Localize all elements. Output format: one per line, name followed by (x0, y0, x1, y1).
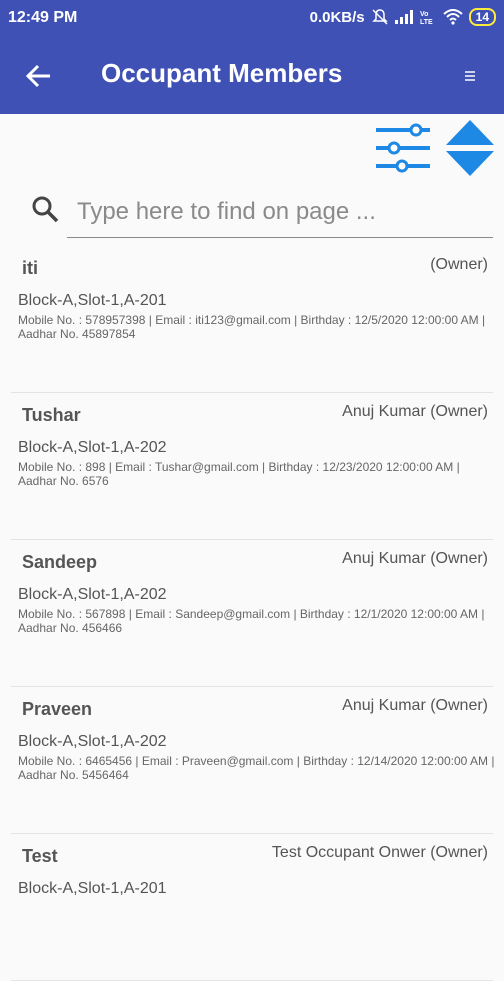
member-name: Test (22, 846, 58, 866)
member-details: Mobile No. : 578957398 | Email : iti123@… (18, 313, 486, 341)
signal-icon (394, 10, 413, 24)
member-owner: Anuj Kumar (Owner) (342, 550, 488, 567)
member-owner: Anuj Kumar (Owner) (342, 403, 488, 420)
wifi-icon (442, 9, 463, 25)
network-speed: 0.0KB/s (309, 8, 365, 26)
sort-button[interactable] (444, 118, 496, 178)
page-title: Occupant Members (101, 58, 343, 88)
member-details: Mobile No. : 898 | Email : Tushar@gmail.… (18, 460, 460, 488)
members-list: iti (Owner) Block-A,Slot-1,A-201 Mobile … (0, 246, 504, 981)
battery-indicator: 14 (468, 8, 496, 26)
member-details: Mobile No. : 6465456 | Email : Praveen@g… (18, 754, 495, 782)
list-item[interactable]: Sandeep Anuj Kumar (Owner) Block-A,Slot-… (11, 540, 493, 687)
filter-button[interactable] (372, 120, 434, 176)
member-name: Tushar (22, 405, 81, 425)
list-item[interactable]: Tushar Anuj Kumar (Owner) Block-A,Slot-1… (11, 393, 493, 540)
member-address: Block-A,Slot-1,A-202 (18, 733, 167, 750)
search-input[interactable] (67, 186, 493, 238)
member-address: Block-A,Slot-1,A-201 (18, 880, 167, 897)
status-time: 12:49 PM (8, 9, 78, 26)
filter-sliders-icon (376, 123, 430, 173)
menu-icon (465, 71, 475, 81)
app-bar: Occupant Members (0, 36, 504, 114)
member-owner: Anuj Kumar (Owner) (342, 697, 488, 714)
svg-text:LTE: LTE (420, 19, 433, 26)
volte-icon: VoLTE (420, 11, 433, 26)
member-address: Block-A,Slot-1,A-202 (18, 439, 167, 456)
member-address: Block-A,Slot-1,A-201 (18, 292, 167, 309)
status-indicators: 0.0KB/s Vo LTE 14 (310, 8, 496, 26)
back-button[interactable] (22, 58, 58, 94)
member-owner: Test Occupant Onwer (Owner) (271, 844, 488, 861)
member-details: Mobile No. : 567898 | Email : Sandeep@gm… (18, 607, 485, 635)
list-item[interactable]: Praveen Anuj Kumar (Owner) Block-A,Slot-… (11, 687, 494, 834)
member-address: Block-A,Slot-1,A-202 (18, 586, 167, 603)
list-item[interactable]: Test Test Occupant Onwer (Owner) Block-A… (11, 834, 493, 981)
list-item[interactable]: iti (Owner) Block-A,Slot-1,A-201 Mobile … (11, 246, 493, 393)
member-name: iti (22, 258, 38, 278)
toolbar (0, 118, 504, 178)
member-owner: (Owner) (430, 256, 488, 273)
status-bar: 12:49 PM 0.0KB/s Vo LTE 14 (0, 0, 504, 36)
member-name: Sandeep (22, 552, 98, 572)
search-bar (0, 186, 504, 240)
sort-up-down-icon (446, 120, 494, 176)
member-name: Praveen (22, 699, 93, 719)
menu-button[interactable] (460, 66, 480, 86)
arrow-left-icon (25, 64, 50, 88)
mute-icon (371, 9, 388, 25)
svg-text:Vo: Vo (420, 11, 428, 18)
search-icon (32, 196, 59, 223)
